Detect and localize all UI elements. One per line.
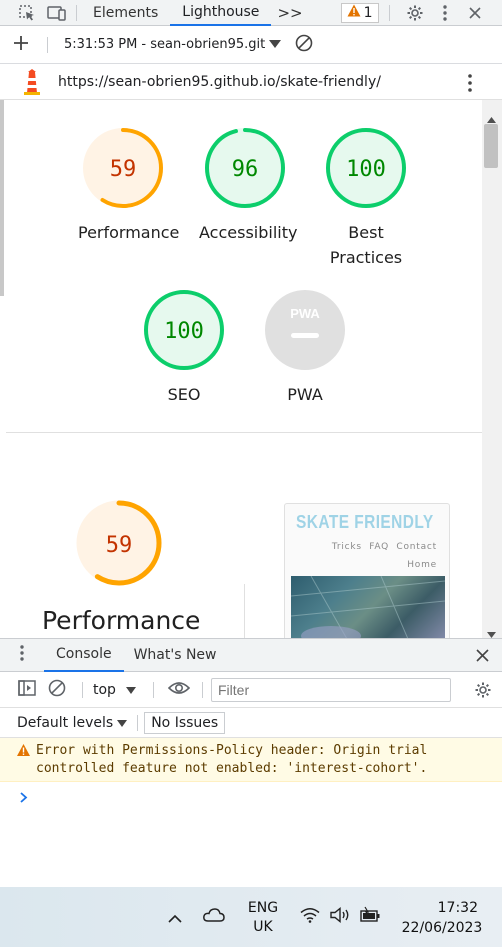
preview-nav: Tricks FAQ Contact bbox=[285, 542, 437, 552]
context-select-value: top bbox=[93, 681, 116, 698]
devtools-toolbar: Elements Lighthouse >> 1 bbox=[0, 0, 502, 26]
preview-nav-item: Tricks bbox=[331, 542, 362, 552]
toolbar-divider bbox=[76, 4, 77, 21]
tab-console[interactable]: Console bbox=[44, 638, 124, 672]
gauge-score: 59 bbox=[106, 533, 133, 558]
report-select[interactable]: 5:31:53 PM - sean-obrien95.git bbox=[64, 37, 282, 52]
toolbar-divider bbox=[137, 714, 139, 731]
inspect-element-icon[interactable] bbox=[12, 0, 42, 26]
drawer-tabbar: Console What's New bbox=[0, 638, 502, 672]
keyboard-layout: UK bbox=[253, 919, 273, 935]
device-toggle-icon[interactable] bbox=[42, 0, 72, 26]
gauge-label: Best Practices bbox=[329, 223, 403, 267]
preview-title: SKATE FRIENDLY bbox=[296, 512, 434, 532]
console-toolbar: top bbox=[0, 672, 502, 708]
close-drawer-icon[interactable] bbox=[476, 649, 489, 666]
warning-icon bbox=[347, 4, 361, 21]
lighthouse-logo-icon bbox=[22, 68, 44, 95]
tab-elements[interactable]: Elements bbox=[81, 0, 170, 26]
console-warning-message: Error with Permissions-Policy header: Or… bbox=[0, 738, 502, 782]
preview-nav-item: Home bbox=[407, 560, 437, 570]
toolbar-divider bbox=[47, 36, 48, 53]
preview-hero-image bbox=[290, 575, 446, 638]
gauge-best-practices[interactable]: 100 Best Practices bbox=[321, 126, 411, 270]
console-prompt[interactable] bbox=[0, 782, 502, 887]
more-tabs-button[interactable]: >> bbox=[271, 0, 308, 26]
lighthouse-report-bar: 5:31:53 PM - sean-obrien95.git bbox=[0, 26, 502, 64]
toolbar-divider bbox=[388, 4, 390, 21]
close-devtools-icon[interactable] bbox=[460, 0, 490, 26]
toolbar-divider bbox=[82, 681, 83, 698]
performance-detail-title: Performance bbox=[42, 606, 201, 635]
gauge-label: PWA bbox=[287, 385, 323, 404]
tab-lighthouse[interactable]: Lighthouse bbox=[170, 0, 272, 26]
drawer-menu-icon[interactable] bbox=[20, 645, 40, 665]
gauge-label: Performance bbox=[78, 223, 180, 242]
onedrive-cloud-icon[interactable] bbox=[203, 907, 225, 927]
gauge-accessibility[interactable]: 96 Accessibility bbox=[199, 126, 298, 245]
clear-reports-icon[interactable] bbox=[295, 34, 313, 56]
lighthouse-report: 59 Performance 96 Accessibility 100 Best… bbox=[6, 100, 482, 638]
clock[interactable]: 17:32 22/06/2023 bbox=[392, 898, 492, 938]
warnings-badge[interactable]: 1 bbox=[340, 2, 379, 23]
toolbar-divider bbox=[202, 681, 203, 698]
language-code: ENG bbox=[247, 900, 279, 916]
preview-nav-item: Contact bbox=[396, 542, 437, 552]
more-options-icon[interactable] bbox=[430, 0, 460, 26]
scroll-thumb[interactable] bbox=[484, 124, 498, 168]
clear-console-icon[interactable] bbox=[48, 679, 78, 701]
report-url-bar: https://sean-obrien95.github.io/skate-fr… bbox=[0, 64, 502, 100]
gauge-pwa[interactable]: PWA PWA bbox=[260, 288, 350, 407]
console-filter-input[interactable] bbox=[211, 677, 451, 702]
gauge-score: 100 bbox=[164, 319, 204, 344]
warning-icon bbox=[17, 744, 30, 762]
settings-gear-icon[interactable] bbox=[400, 0, 430, 26]
section-divider bbox=[6, 432, 482, 433]
page-edge-scrollbar bbox=[0, 100, 4, 296]
chevron-down-icon bbox=[125, 682, 136, 698]
performance-detail-gauge: 59 bbox=[74, 498, 164, 592]
tab-whats-new[interactable]: What's New bbox=[124, 638, 227, 672]
gauge-score: 100 bbox=[346, 157, 386, 182]
volume-icon[interactable] bbox=[330, 907, 352, 927]
chevron-down-icon bbox=[117, 715, 128, 731]
language-indicator[interactable]: ENG UK bbox=[246, 899, 280, 937]
page-screenshot-preview: SKATE FRIENDLY Tricks FAQ Contact Home bbox=[284, 503, 450, 638]
report-select-value: 5:31:53 PM - sean-obrien95.git bbox=[64, 37, 266, 52]
gauge-score: 96 bbox=[232, 157, 259, 182]
detail-divider bbox=[244, 584, 245, 638]
toolbar-divider bbox=[153, 681, 154, 698]
battery-icon[interactable] bbox=[359, 906, 381, 928]
pwa-dash-icon bbox=[291, 333, 319, 338]
log-levels-value: Default levels bbox=[17, 714, 114, 731]
chevron-down-icon bbox=[269, 37, 282, 52]
gauge-performance[interactable]: 59 Performance bbox=[78, 126, 180, 245]
report-menu-icon[interactable] bbox=[468, 74, 472, 96]
gauge-score: 59 bbox=[110, 157, 137, 182]
live-expression-eye-icon[interactable] bbox=[167, 681, 198, 699]
preview-nav-item: FAQ bbox=[369, 542, 390, 552]
prompt-chevron-icon bbox=[20, 788, 28, 807]
console-settings-gear-icon[interactable] bbox=[474, 681, 492, 703]
clock-time: 17:32 bbox=[437, 900, 478, 916]
clock-date: 22/06/2023 bbox=[401, 920, 483, 936]
gauge-label: Accessibility bbox=[199, 223, 298, 242]
windows-taskbar: ENG UK 17:32 22/06/2023 bbox=[0, 887, 502, 947]
new-report-icon[interactable] bbox=[13, 35, 43, 55]
gauge-seo[interactable]: 100 SEO bbox=[139, 288, 229, 407]
warning-count: 1 bbox=[363, 4, 373, 21]
wifi-icon[interactable] bbox=[300, 907, 320, 927]
report-scrollbar[interactable] bbox=[482, 100, 502, 638]
console-toolbar-levels: Default levels No Issues bbox=[0, 708, 502, 738]
report-url[interactable]: https://sean-obrien95.github.io/skate-fr… bbox=[58, 74, 381, 90]
context-select[interactable]: top bbox=[93, 682, 149, 698]
gauge-label: SEO bbox=[167, 385, 201, 404]
warning-text: Error with Permissions-Policy header: Or… bbox=[36, 743, 428, 776]
log-levels-select[interactable]: Default levels bbox=[17, 714, 128, 731]
show-hidden-icons-chevron-icon[interactable] bbox=[168, 911, 182, 927]
pwa-logo-text: PWA bbox=[290, 306, 320, 321]
sidebar-toggle-icon[interactable] bbox=[18, 679, 48, 700]
issues-button[interactable]: No Issues bbox=[144, 711, 226, 734]
